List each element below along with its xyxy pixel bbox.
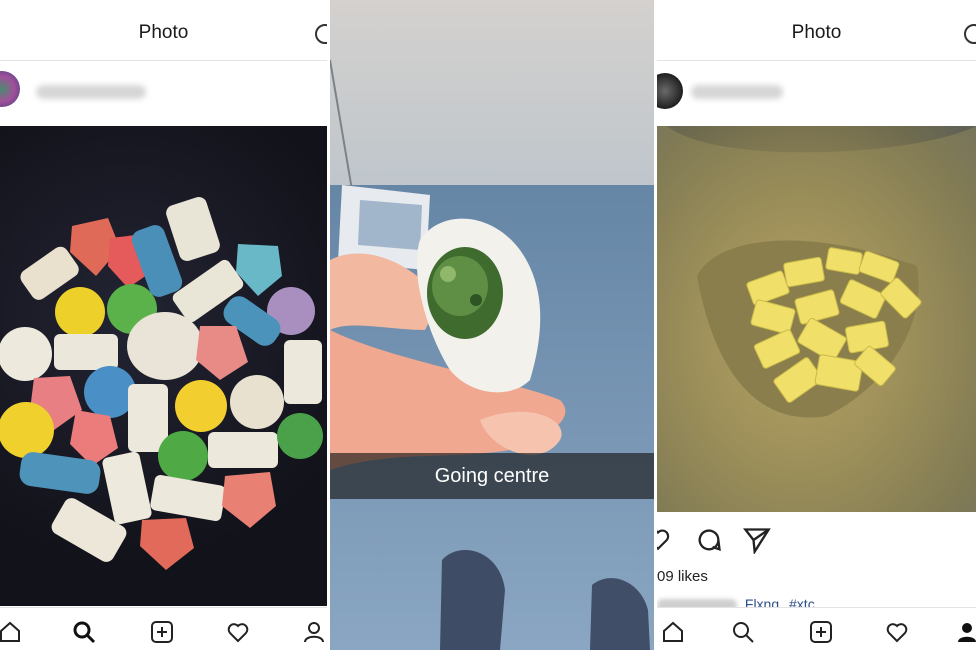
snap-photo-graphic [330,0,654,650]
avatar[interactable] [0,71,20,107]
bottom-nav [0,607,327,650]
profile-icon[interactable] [302,620,326,644]
post-actions [657,512,976,568]
header-title: Photo [791,22,842,43]
username-blurred[interactable] [691,85,783,99]
snap-caption-bar: Going centre [330,453,654,499]
likes-count[interactable]: 09 likes [657,568,708,585]
bottom-nav [657,607,976,650]
heart-icon[interactable] [226,620,250,644]
pills-photo-graphic [0,197,323,570]
header-title: Photo [138,22,189,43]
top-bar: Photo [657,0,976,61]
comment-icon[interactable] [695,526,723,554]
snap-caption: Going centre [434,465,550,487]
add-icon[interactable] [150,620,174,644]
bag-of-pills-graphic [657,126,976,512]
avatar[interactable] [657,73,683,109]
send-icon[interactable] [743,526,771,554]
heart-icon[interactable] [885,620,909,644]
add-icon[interactable] [809,620,833,644]
username-blurred[interactable] [36,85,146,99]
right-instagram-panel: Photo 09 likes Flxng #xtc [657,0,976,650]
post-user-row [657,61,976,125]
profile-icon[interactable] [955,620,976,644]
home-icon[interactable] [661,620,685,644]
post-user-row [0,61,327,125]
left-instagram-panel: Photo [0,0,327,650]
search-icon[interactable] [72,620,96,644]
post-photo[interactable] [0,126,327,606]
search-icon[interactable] [731,620,755,644]
middle-snap-panel: Going centre [330,0,654,650]
post-photo[interactable] [657,126,976,512]
heart-icon[interactable] [657,526,671,552]
top-bar: Photo [0,0,327,61]
home-icon[interactable] [0,620,22,644]
